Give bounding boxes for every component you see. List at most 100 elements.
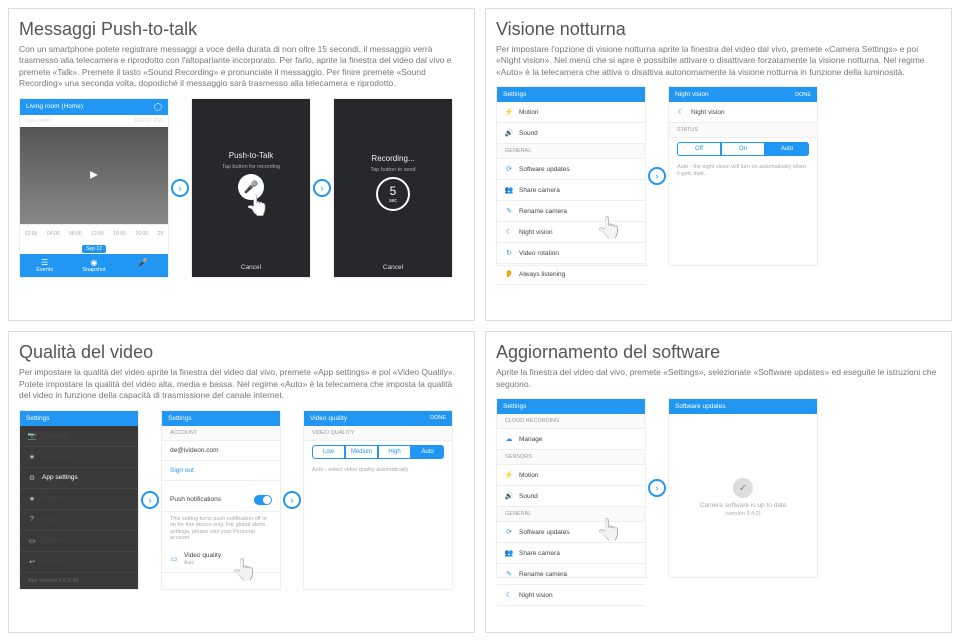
snapshot-button[interactable]: ◉Snapshot [69,258,118,273]
item-rotation[interactable]: ↻Video rotation [497,243,645,264]
arrow-icon: › [313,179,331,197]
menu-rate[interactable]: ★Rate us [20,489,138,510]
rotate-icon: ↻ [505,249,513,257]
screen-ptt: Push-to-Talk Tap button for recording 🎤 … [191,98,311,278]
cancel-button[interactable]: Cancel [334,258,452,277]
item-motion[interactable]: ⚡Motion [497,102,645,123]
group-status: STATUS [669,123,817,138]
tab-on[interactable]: On [721,142,765,156]
screen-software-updates: Software updates ✓ Camera software is up… [668,398,818,578]
tab-medium[interactable]: Medium [345,445,378,459]
ptt-title: Push-to-Talk [229,151,273,160]
sound-icon: 🔊 [505,492,513,500]
star-icon: ★ [28,495,36,503]
screen-settings: Settings CLOUD RECORDING ☁Manage SENSORS… [496,398,646,578]
tab-high[interactable]: High [378,445,411,459]
hand-pointer-icon: 👆 [596,215,623,241]
countdown[interactable]: 5 sec [376,177,410,211]
camera-name: Living room (Home) [26,103,83,110]
item-nightvision: ☾Night vision [669,102,817,123]
signout-button[interactable]: Sign out [162,461,280,481]
menu-help[interactable]: ?Help [20,510,138,531]
arrow-icon: › [648,167,666,185]
app-version: App version 2.0.5.90 [20,574,138,589]
item-listening[interactable]: 👂Always listening [497,264,645,285]
menu-tutorial[interactable]: ▭Tutorial [20,531,138,552]
arrow-icon: › [141,491,159,509]
group-general: GENERAL [497,144,645,159]
arrow-icon: › [171,179,189,197]
item-manage[interactable]: ☁Manage [497,429,645,450]
time-label: 4:50:57 PM [134,118,162,124]
cancel-button[interactable]: Cancel [192,258,310,277]
bottom-bar: ☰Events ◉Snapshot 🎤 [20,254,168,277]
share-icon: 👥 [505,186,513,194]
item-sound[interactable]: 🔊Sound [497,123,645,144]
rec-title: Recording... [371,154,414,163]
done-button[interactable]: DONE [795,92,811,98]
section-title: Aggiornamento del software [496,342,941,363]
section-desc: Con un smartphone potete registrare mess… [19,44,464,90]
gear-icon: ⚙ [28,474,36,482]
version-label: (version 3.4.0) [725,511,760,517]
screen-title: Software updates [675,403,726,410]
tab-off[interactable]: Off [677,142,721,156]
live-video[interactable] [20,127,168,224]
moon-icon: ☾ [505,228,513,236]
ptt-sub: Tap button for recording [222,164,280,170]
toggle[interactable] [254,495,272,505]
mic-button[interactable]: 🎤 [119,258,168,273]
screen-title: Settings [503,403,527,410]
tab-auto[interactable]: Auto [765,142,809,156]
item-push[interactable]: Push notifications [162,489,280,512]
hd-icon: ▭ [170,555,178,563]
auto-note: Auto - the night vision will turn on aut… [669,160,817,181]
cloud-icon: ☁ [505,435,513,443]
item-sound[interactable]: 🔊Sound [497,486,645,507]
item-software[interactable]: ⟳Software updates [497,159,645,180]
push-note: This setting turns push notification off… [162,512,280,546]
section-desc: Aprite la finestra del video dal vivo, p… [496,367,941,390]
gear-icon[interactable] [154,103,162,111]
rec-sub: Tap button to send [370,167,415,173]
timeline[interactable]: 02:0004:0008:0012:0016:0020:0029 [20,224,168,244]
share-icon: 👥 [505,549,513,557]
screen-title: Settings [503,91,527,98]
item-videoquality[interactable]: ▭Video qualityAuto [162,546,280,573]
group-sensors: SENSORS [497,450,645,465]
item-motion[interactable]: ⚡Motion [497,465,645,486]
tab-auto[interactable]: Auto [411,445,444,459]
section-night-vision: Visione notturna Per impostare l'opzione… [485,8,952,321]
screen-live: Living room (Home) Live (web)4:50:57 PM … [19,98,169,278]
screen-menu: Settings 📷Cameras ★All events ⚙App setti… [19,410,139,590]
tab-low[interactable]: Low [312,445,345,459]
check-icon: ✓ [733,478,753,498]
menu-events[interactable]: ★All events [20,447,138,468]
item-nightvision[interactable]: ☾Night vision [497,585,645,606]
ear-icon: 👂 [505,270,513,278]
section-push-to-talk: Messaggi Push-to-talk Con un smartphone … [8,8,475,321]
update-icon: ⟳ [505,528,513,536]
events-button[interactable]: ☰Events [20,258,69,273]
menu-signout[interactable]: ↩Sign out [20,552,138,573]
menu-cameras[interactable]: 📷Cameras [20,426,138,447]
section-desc: Per impostare la qualità del video aprit… [19,367,464,401]
group-vq: VIDEO QUALITY [304,426,452,441]
auto-note: Auto - select video quality automaticall… [304,463,452,478]
section-title: Qualità del video [19,342,464,363]
item-share[interactable]: 👥Share camera [497,543,645,564]
sound-icon: 🔊 [505,129,513,137]
pencil-icon: ✎ [505,570,513,578]
menu-appsettings[interactable]: ⚙App settings [20,468,138,489]
screen-nightvision: Night visionDONE ☾Night vision STATUS Of… [668,86,818,266]
section-software-update: Aggiornamento del software Aprite la fin… [485,331,952,633]
arrow-icon: › [283,491,301,509]
item-share[interactable]: 👥Share camera [497,180,645,201]
account-email: de@ivideon.com [162,441,280,461]
done-button[interactable]: DONE [430,415,446,421]
screen-appsettings: Settings ACCOUNT de@ivideon.com Sign out… [161,410,281,590]
quality-tabs: Low Medium High Auto [312,445,444,459]
section-title: Visione notturna [496,19,941,40]
item-rename[interactable]: ✎Rename camera [497,564,645,585]
moon-icon: ☾ [505,591,513,599]
